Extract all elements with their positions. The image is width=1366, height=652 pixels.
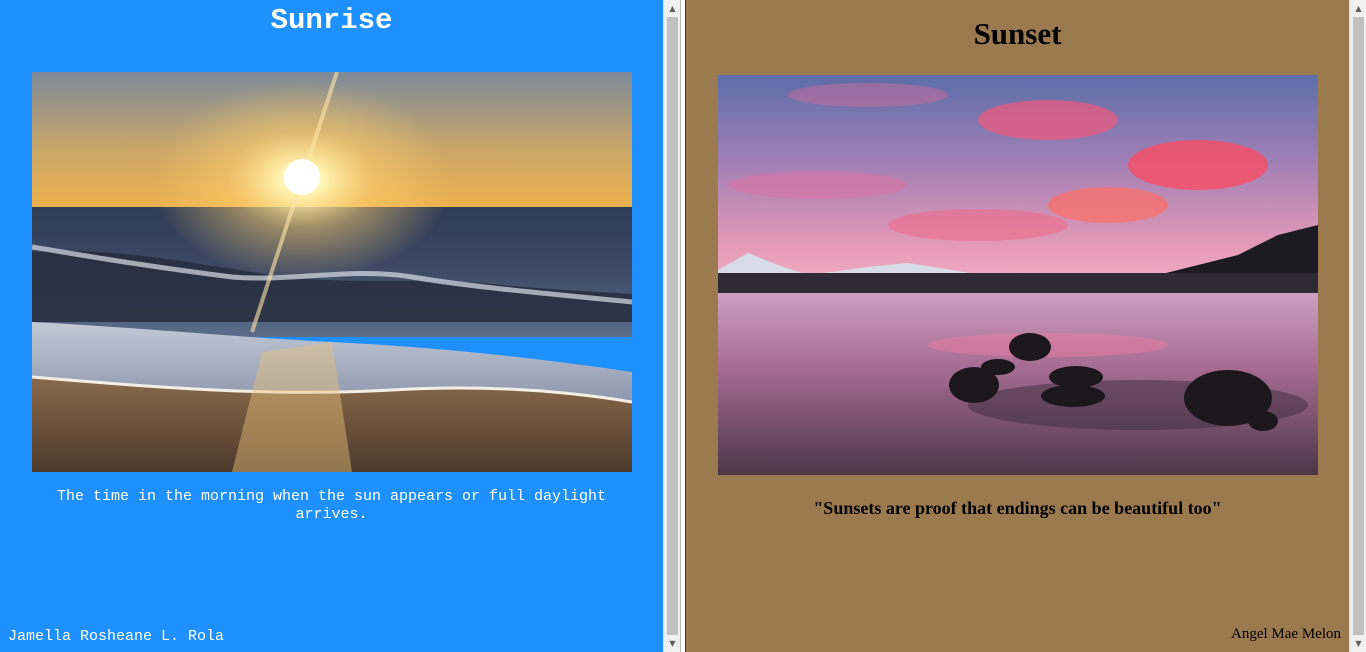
sunrise-author: Jamella Rosheane L. Rola bbox=[8, 628, 225, 645]
sunrise-photo bbox=[32, 72, 632, 472]
left-frame-scrollbar[interactable]: ▲ ▼ bbox=[663, 0, 680, 652]
sunset-photo bbox=[718, 75, 1318, 475]
right-frame-scrollbar[interactable]: ▲ ▼ bbox=[1349, 0, 1366, 652]
sunset-quote: "Sunsets are proof that endings can be b… bbox=[813, 498, 1222, 518]
scrollbar-thumb[interactable] bbox=[667, 17, 678, 635]
sunrise-title: Sunrise bbox=[270, 4, 393, 37]
sunset-author: Angel Mae Melon bbox=[1231, 626, 1341, 642]
sunrise-caption: The time in the morning when the sun app… bbox=[56, 488, 607, 523]
scroll-down-arrow-icon[interactable]: ▼ bbox=[664, 635, 681, 652]
scrollbar-thumb[interactable] bbox=[1353, 17, 1364, 635]
scroll-down-arrow-icon[interactable]: ▼ bbox=[1350, 635, 1366, 652]
sunset-frame: Sunset "Sunsets are proof that endings c… bbox=[686, 0, 1349, 652]
sunrise-frame: Sunrise The time in the morning when the… bbox=[0, 0, 663, 652]
frameset: Sunrise The time in the morning when the… bbox=[0, 0, 1366, 652]
scroll-up-arrow-icon[interactable]: ▲ bbox=[1350, 0, 1366, 17]
scroll-up-arrow-icon[interactable]: ▲ bbox=[664, 0, 681, 17]
sunset-title: Sunset bbox=[973, 16, 1062, 51]
